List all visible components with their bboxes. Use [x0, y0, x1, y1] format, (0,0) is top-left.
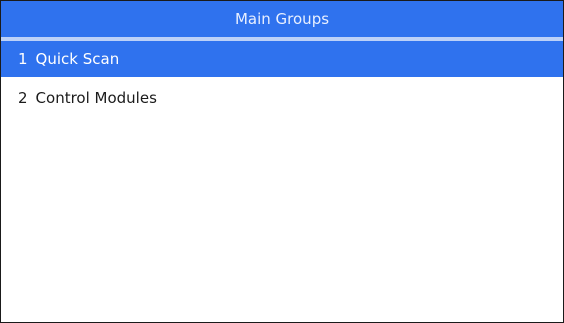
menu-item-label: Quick Scan: [35, 50, 120, 68]
title-bar: Main Groups: [1, 1, 563, 37]
menu-item-label: Control Modules: [35, 89, 157, 107]
page-title: Main Groups: [234, 10, 330, 28]
menu-item-index: 1: [18, 50, 28, 68]
scan-tool-screen: Main Groups 1 Quick Scan 2 Control Modul…: [0, 0, 564, 323]
main-groups-menu: 1 Quick Scan 2 Control Modules: [1, 41, 563, 119]
menu-item-quick-scan[interactable]: 1 Quick Scan: [1, 41, 563, 77]
menu-item-control-modules[interactable]: 2 Control Modules: [1, 77, 563, 119]
menu-item-index: 2: [18, 89, 28, 107]
